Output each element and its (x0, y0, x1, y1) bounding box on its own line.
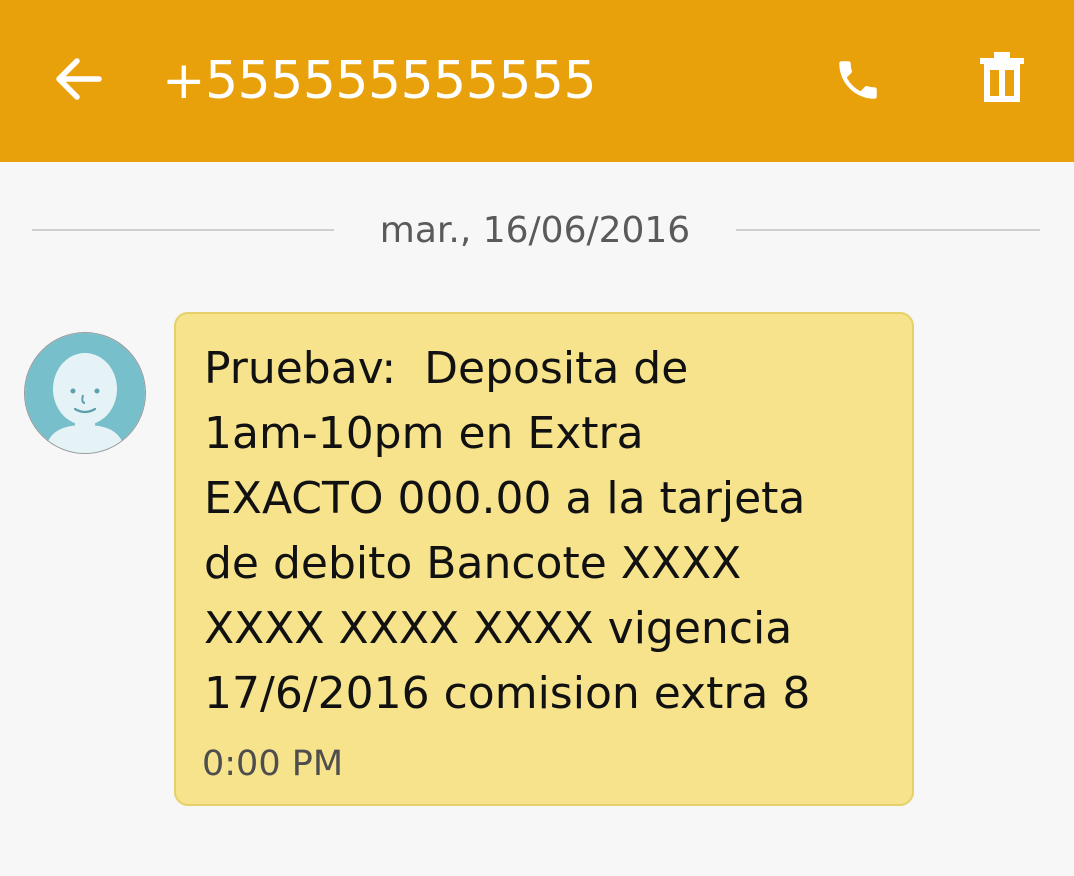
divider-line-left (32, 229, 334, 231)
divider-line-right (736, 229, 1040, 231)
date-divider: mar., 16/06/2016 (0, 196, 1074, 266)
contact-avatar[interactable] (24, 332, 146, 454)
date-label: mar., 16/06/2016 (379, 210, 691, 251)
phone-icon (839, 61, 877, 99)
back-button[interactable] (48, 48, 110, 110)
contact-avatar-icon (25, 333, 145, 453)
message-timestamp: 0:00 PM (202, 744, 344, 784)
contact-number-title: +555555555555 (162, 51, 597, 111)
app-bar: +555555555555 (0, 0, 1074, 162)
message-bubble[interactable]: Pruebav: Deposita de 1am-10pm en Extra E… (174, 312, 914, 806)
arrow-left-icon (56, 58, 102, 100)
call-button[interactable] (826, 48, 890, 112)
delete-button[interactable] (970, 46, 1034, 110)
message-text: Pruebav: Deposita de 1am-10pm en Extra E… (204, 343, 811, 719)
trash-icon (980, 52, 1024, 102)
